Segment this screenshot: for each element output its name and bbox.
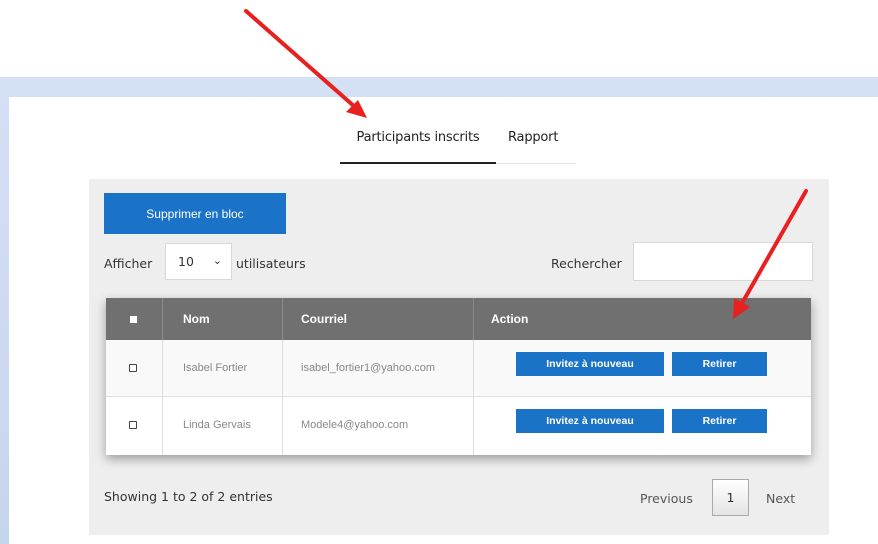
column-header-email[interactable]: Courriel	[301, 298, 347, 340]
table-row: Isabel Fortier isabel_fortier1@yahoo.com…	[106, 340, 811, 397]
pagination-previous[interactable]: Previous	[640, 491, 693, 506]
table-info: Showing 1 to 2 of 2 entries	[104, 489, 273, 504]
participant-name: Isabel Fortier	[183, 362, 248, 374]
participant-email: Modele4@yahoo.com	[301, 419, 409, 431]
table-row: Linda Gervais Modele4@yahoo.com Invitez …	[106, 397, 811, 454]
table-header: Nom Courriel Action	[106, 298, 811, 340]
chevron-down-icon: ⌄	[212, 254, 222, 267]
row-checkbox[interactable]	[129, 421, 137, 429]
participant-name: Linda Gervais	[183, 419, 251, 431]
search-input[interactable]	[633, 242, 813, 281]
bulk-delete-button[interactable]: Supprimer en bloc	[104, 193, 286, 234]
column-header-action: Action	[491, 312, 529, 326]
page-length-select[interactable]: 10 ⌄	[165, 243, 232, 280]
pagination-next[interactable]: Next	[766, 491, 795, 506]
page-length-label: Afficher	[104, 256, 153, 271]
search-label: Rechercher	[551, 256, 622, 271]
select-all-checkbox[interactable]	[130, 316, 137, 323]
page-length-suffix: utilisateurs	[236, 256, 306, 271]
invite-again-button[interactable]: Invitez à nouveau	[516, 409, 664, 433]
tab-bar: Participants inscrits Rapport	[340, 130, 576, 164]
tab-rapport[interactable]: Rapport	[508, 130, 558, 164]
row-checkbox[interactable]	[129, 364, 137, 372]
invite-again-button[interactable]: Invitez à nouveau	[516, 352, 664, 376]
remove-button[interactable]: Retirer	[672, 409, 767, 433]
tab-participants-inscrits[interactable]: Participants inscrits	[340, 130, 496, 164]
page-length-value: 10	[178, 254, 194, 269]
pagination-page-1[interactable]: 1	[712, 479, 749, 516]
participants-table: Nom Courriel Action Isabel Fortier isabe…	[106, 298, 811, 455]
remove-button[interactable]: Retirer	[672, 352, 767, 376]
column-header-name[interactable]: Nom	[183, 298, 210, 340]
participant-email: isabel_fortier1@yahoo.com	[301, 362, 436, 374]
